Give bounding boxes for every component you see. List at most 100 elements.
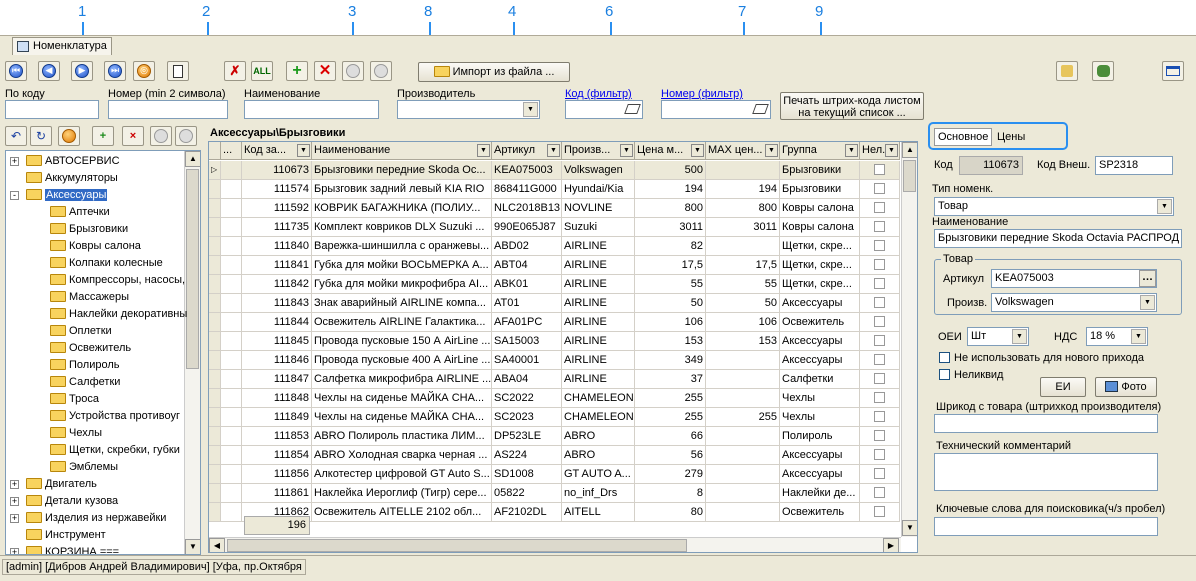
grid-cell[interactable]: 17,5	[706, 256, 780, 275]
grid-cell[interactable]: Щетки, скре...	[780, 275, 860, 294]
clear-filter-button[interactable]: ✗	[224, 61, 246, 81]
tree-item[interactable]: Освежитель	[50, 340, 131, 357]
grid-cell-illiquid[interactable]	[860, 408, 900, 427]
print-barcode-button[interactable]: Печать штрих-кода листом на текущий списо…	[780, 92, 924, 120]
grid-cell-dots[interactable]	[221, 408, 242, 427]
grid-cell[interactable]: Чехлы	[780, 389, 860, 408]
tree-scroll-thumb[interactable]	[186, 169, 199, 369]
vat-select[interactable]: 18 % ▼	[1086, 327, 1148, 346]
row-indicator[interactable]	[209, 256, 221, 275]
scroll-left-icon[interactable]: ◀	[209, 538, 225, 552]
filter-dropdown-icon[interactable]: ▼	[477, 144, 490, 157]
by-code-input[interactable]	[5, 100, 99, 119]
filter-dropdown-icon[interactable]: ▼	[297, 144, 310, 157]
illiquid-row[interactable]: Неликвид	[939, 369, 1003, 381]
tree-cancel-button[interactable]	[175, 126, 197, 146]
grid-cell[interactable]: Алкотестер цифровой GT Auto S...	[312, 465, 492, 484]
oei-select[interactable]: Шт ▼	[967, 327, 1029, 346]
grid-cell[interactable]: Чехлы на сиденье МАЙКА CHA...	[312, 408, 492, 427]
grid-cell[interactable]: 800	[635, 199, 706, 218]
grid-cell[interactable]: Аксессуары	[780, 446, 860, 465]
chevron-down-icon[interactable]: ▼	[1012, 329, 1027, 344]
grid-cell[interactable]: AIRLINE	[562, 332, 635, 351]
grid-cell[interactable]: AIRLINE	[562, 313, 635, 332]
grid-vscroll[interactable]: ▲ ▼	[901, 142, 917, 537]
grid-cell[interactable]: 50	[635, 294, 706, 313]
type-select[interactable]: Товар ▼	[934, 197, 1174, 216]
grid-cell[interactable]: SA15003	[492, 332, 562, 351]
grid-hscroll-thumb[interactable]	[227, 539, 687, 552]
filter-dropdown-icon[interactable]: ▼	[885, 144, 898, 157]
tree-item[interactable]: Наклейки декоративны	[50, 306, 187, 323]
grid-cell[interactable]: 37	[635, 370, 706, 389]
grid-cell-illiquid[interactable]	[860, 218, 900, 237]
number-filter-label[interactable]: Номер (фильтр)	[661, 88, 743, 100]
grid-cell-illiquid[interactable]	[860, 389, 900, 408]
grid-cell-dots[interactable]	[221, 275, 242, 294]
grid-cell[interactable]	[706, 427, 780, 446]
grid-cell[interactable]: 66	[635, 427, 706, 446]
grid-header-cell[interactable]: Наименование ▼	[312, 142, 492, 160]
grid-cell[interactable]: SA40001	[492, 351, 562, 370]
item-name-field[interactable]: Брызговики передние Skoda Octavia РАСПРО…	[934, 229, 1182, 248]
grid-cell[interactable]: 111856	[242, 465, 312, 484]
grid-cell[interactable]: 82	[635, 237, 706, 256]
refresh-button[interactable]: ◎	[133, 61, 155, 81]
tree-add-button[interactable]: +	[92, 126, 114, 146]
scroll-up-icon[interactable]: ▲	[185, 151, 200, 167]
tree-item[interactable]: Оплетки	[50, 323, 112, 340]
row-indicator[interactable]	[209, 446, 221, 465]
grid-cell[interactable]: 50	[706, 294, 780, 313]
grid-cell[interactable]: Салфетка микрофибра AIRLINE ...	[312, 370, 492, 389]
grid-cell-dots[interactable]	[221, 351, 242, 370]
not-use-checkbox[interactable]	[939, 352, 950, 363]
grid-cell[interactable]: Комплект ковриков DLX Suzuki ...	[312, 218, 492, 237]
grid-cell-dots[interactable]	[221, 199, 242, 218]
grid-cell[interactable]: 111853	[242, 427, 312, 446]
grid-cell[interactable]: 111848	[242, 389, 312, 408]
grid-cell[interactable]: Suzuki	[562, 218, 635, 237]
grid-cell-dots[interactable]	[221, 313, 242, 332]
grid-cell[interactable]: 111735	[242, 218, 312, 237]
tree-item[interactable]: Аксессуары	[26, 187, 108, 204]
illiquid-checkbox[interactable]	[874, 373, 885, 384]
prev-record-button[interactable]: ◀	[38, 61, 60, 81]
grid-cell[interactable]: 106	[635, 313, 706, 332]
category-tree[interactable]: ▲ ▼ АВТОСЕРВИС + Аккумуляторы Аксессуары - Ап…	[5, 150, 201, 555]
grid-cell[interactable]: 153	[706, 332, 780, 351]
row-indicator[interactable]	[209, 237, 221, 256]
number-input[interactable]	[108, 100, 228, 119]
grid-cell[interactable]: 111849	[242, 408, 312, 427]
tree-item[interactable]: Чехлы	[50, 425, 102, 442]
grid-cell[interactable]: 990E065J87	[492, 218, 562, 237]
grid-cell[interactable]: 111844	[242, 313, 312, 332]
grid-cell[interactable]	[706, 351, 780, 370]
delete-button[interactable]: ✕	[314, 61, 336, 81]
grid-cell[interactable]: ABT04	[492, 256, 562, 275]
chevron-down-icon[interactable]: ▼	[523, 102, 538, 117]
row-indicator[interactable]	[209, 465, 221, 484]
grid-cell[interactable]: Провода пусковые 150 А AirLine ...	[312, 332, 492, 351]
grid-cell[interactable]: AIRLINE	[562, 275, 635, 294]
grid-cell[interactable]: Ковры салона	[780, 199, 860, 218]
grid-cell-dots[interactable]	[221, 218, 242, 237]
users-button[interactable]	[1092, 61, 1114, 81]
grid-cell[interactable]: 255	[635, 389, 706, 408]
grid-cell-dots[interactable]	[221, 503, 242, 522]
tab-prices[interactable]: Цены	[994, 129, 1028, 146]
user-key-button[interactable]	[1056, 61, 1078, 81]
grid-cell[interactable]: Брызговик задний левый KIA RIO	[312, 180, 492, 199]
add-button[interactable]: +	[286, 61, 308, 81]
grid-cell[interactable]: Салфетки	[780, 370, 860, 389]
illiquid-checkbox[interactable]	[874, 259, 885, 270]
tree-item[interactable]: Аптечки	[50, 204, 110, 221]
manufacturer-select[interactable]: ▼	[397, 100, 540, 119]
code-filter-label[interactable]: Код (фильтр)	[565, 88, 632, 100]
grid-cell[interactable]: КОВРИК БАГАЖНИКА (ПОЛИУ...	[312, 199, 492, 218]
grid-cell[interactable]: Наклейки де...	[780, 484, 860, 503]
expand-icon[interactable]: +	[10, 497, 19, 506]
grid-cell[interactable]: 255	[635, 408, 706, 427]
tree-scrollbar[interactable]: ▲ ▼	[184, 151, 200, 554]
grid-cell[interactable]: Чехлы на сиденье МАЙКА CHA...	[312, 389, 492, 408]
grid-cell[interactable]: 111845	[242, 332, 312, 351]
